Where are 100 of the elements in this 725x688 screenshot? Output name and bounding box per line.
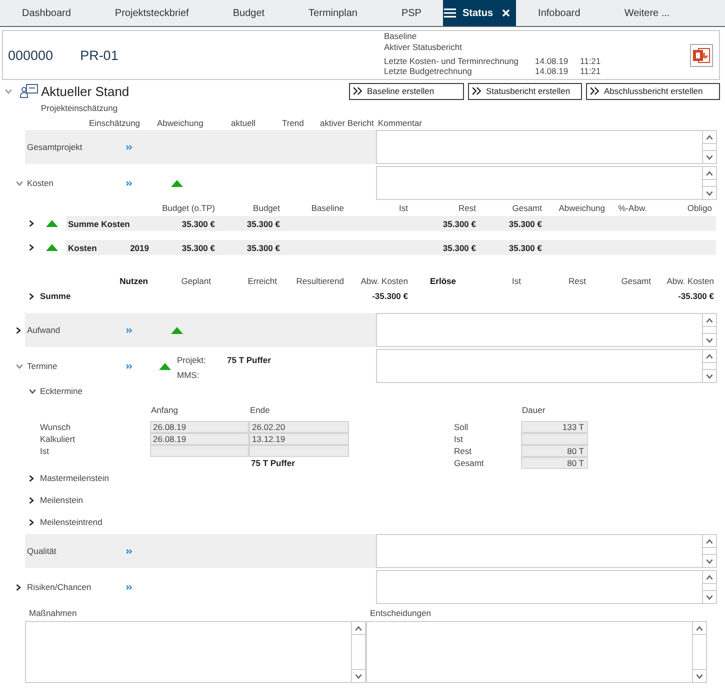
action-button[interactable]: Abschlussbericht erstellen xyxy=(586,82,720,100)
double-chevron-icon xyxy=(353,87,362,95)
area-label: Qualität xyxy=(27,546,56,556)
calculation-date: 14.08.19 xyxy=(535,56,568,66)
info-label: Aktiver Statusbericht xyxy=(384,42,462,52)
chevron-up-icon[interactable] xyxy=(706,134,713,140)
column-header: Abweichung xyxy=(558,203,605,213)
area-label: Risiken/Chancen xyxy=(27,582,92,592)
chevron-up-icon[interactable] xyxy=(706,170,713,176)
table-cell: 26.08.19 xyxy=(150,433,249,445)
group-header: Nutzen xyxy=(120,276,148,286)
scrollbar[interactable] xyxy=(702,131,716,163)
comment-field[interactable] xyxy=(376,570,717,604)
chevron-down-icon[interactable] xyxy=(706,374,713,378)
tab[interactable]: Dashboard xyxy=(0,0,93,26)
column-header: Budget xyxy=(253,203,280,213)
tab[interactable]: Projektsteckbrief xyxy=(92,0,211,26)
tab[interactable]: Status xyxy=(443,0,516,26)
comment-field[interactable] xyxy=(376,313,717,347)
comment-field[interactable] xyxy=(376,534,717,568)
chevron-down-icon[interactable] xyxy=(706,594,713,600)
chevron-up-icon[interactable] xyxy=(706,574,713,580)
close-icon[interactable] xyxy=(502,9,510,17)
column-header: Resultierend xyxy=(296,276,344,286)
action-button[interactable]: Statusbericht erstellen xyxy=(468,82,582,100)
notes-field[interactable] xyxy=(366,621,707,683)
chevron-down-icon[interactable] xyxy=(706,190,713,196)
chevron-right-icon[interactable] xyxy=(29,220,34,227)
detail-label: MMS: xyxy=(177,369,200,382)
table-cell: 35.300 € xyxy=(508,218,542,228)
table-cell: 35.300 € xyxy=(508,242,542,252)
chevron-right-icon[interactable] xyxy=(29,496,34,504)
double-chevron-icon xyxy=(126,548,132,554)
table-cell: -35.300 € xyxy=(372,291,408,301)
menu-icon[interactable] xyxy=(444,8,456,18)
tab[interactable]: PSP xyxy=(379,0,444,26)
column-header: Rest xyxy=(458,203,476,213)
scrollbar[interactable] xyxy=(702,350,716,382)
chevron-down-icon[interactable] xyxy=(706,558,713,564)
chevron-right-icon[interactable] xyxy=(16,584,21,590)
presentation-icon xyxy=(693,48,710,62)
tab[interactable]: Terminplan xyxy=(286,0,380,26)
section-title: Aktueller Stand xyxy=(41,84,130,98)
tab[interactable]: Budget xyxy=(210,0,287,26)
tab[interactable]: Weitere ... xyxy=(602,0,692,26)
subsection-title: Meilenstein xyxy=(40,495,83,505)
chevron-up-icon[interactable] xyxy=(355,626,362,630)
column-header: Geplant xyxy=(181,276,211,286)
chevron-up-icon[interactable] xyxy=(706,318,713,322)
scrollbar[interactable] xyxy=(702,535,716,567)
column-header: Dauer xyxy=(522,405,546,415)
project-code: PR-01 xyxy=(80,48,118,62)
chevron-down-icon[interactable] xyxy=(706,154,713,160)
table-cell: 35.300 € xyxy=(246,218,280,228)
row-label: Soll xyxy=(454,422,468,432)
presentation-button[interactable] xyxy=(690,44,713,66)
chevron-down-icon[interactable] xyxy=(16,180,23,186)
scrollbar[interactable] xyxy=(351,622,365,682)
column-header: Kommentar xyxy=(378,118,422,128)
tab[interactable]: Infoboard xyxy=(516,0,602,26)
column-header: Ist xyxy=(399,203,408,213)
column-header: Abw. Kosten xyxy=(666,276,714,286)
column-header: Rest xyxy=(568,276,586,286)
table-cell: 133 T xyxy=(521,421,588,433)
chevron-right-icon[interactable] xyxy=(29,292,34,300)
table-cell: 26.08.19 xyxy=(150,421,249,433)
chevron-right-icon[interactable] xyxy=(29,244,34,251)
chevron-right-icon[interactable] xyxy=(16,326,21,334)
scrollbar[interactable] xyxy=(702,167,716,199)
field-label: Maßnahmen xyxy=(29,608,77,618)
scrollbar[interactable] xyxy=(702,571,716,603)
scrollbar[interactable] xyxy=(692,622,706,682)
comment-field[interactable] xyxy=(376,130,717,164)
action-button[interactable]: Baseline erstellen xyxy=(349,82,464,100)
chevron-down-icon[interactable] xyxy=(696,674,703,678)
group-header: Erlöse xyxy=(430,276,456,286)
notes-field[interactable] xyxy=(25,621,366,683)
comment-field[interactable] xyxy=(376,166,717,200)
chevron-down-icon[interactable] xyxy=(16,364,23,368)
chevron-right-icon[interactable] xyxy=(29,474,34,482)
table-cell: 35.300 € xyxy=(442,218,476,228)
table-cell: 13.12.19 xyxy=(249,433,349,445)
comment-field[interactable] xyxy=(376,349,717,383)
buffer-value: 75 T Puffer xyxy=(251,458,295,468)
info-label: Baseline xyxy=(384,31,417,42)
chevron-up-icon[interactable] xyxy=(706,354,713,358)
subsection-title: Mastermeilenstein xyxy=(40,473,109,483)
column-header: Einschätzung xyxy=(89,118,140,128)
chevron-down-icon[interactable] xyxy=(706,338,713,342)
table-cell: 26.02.20 xyxy=(249,421,349,433)
chevron-up-icon[interactable] xyxy=(706,538,713,544)
chevron-down-icon[interactable] xyxy=(29,388,36,394)
double-chevron-icon xyxy=(126,180,132,186)
chevron-down-icon[interactable] xyxy=(355,674,362,678)
chevron-right-icon[interactable] xyxy=(29,518,34,526)
table-cell: 35.300 € xyxy=(182,242,215,252)
scrollbar[interactable] xyxy=(702,314,716,346)
row-label: Gesamt xyxy=(454,458,484,468)
chevron-up-icon[interactable] xyxy=(696,626,703,630)
column-header: Anfang xyxy=(151,405,178,415)
